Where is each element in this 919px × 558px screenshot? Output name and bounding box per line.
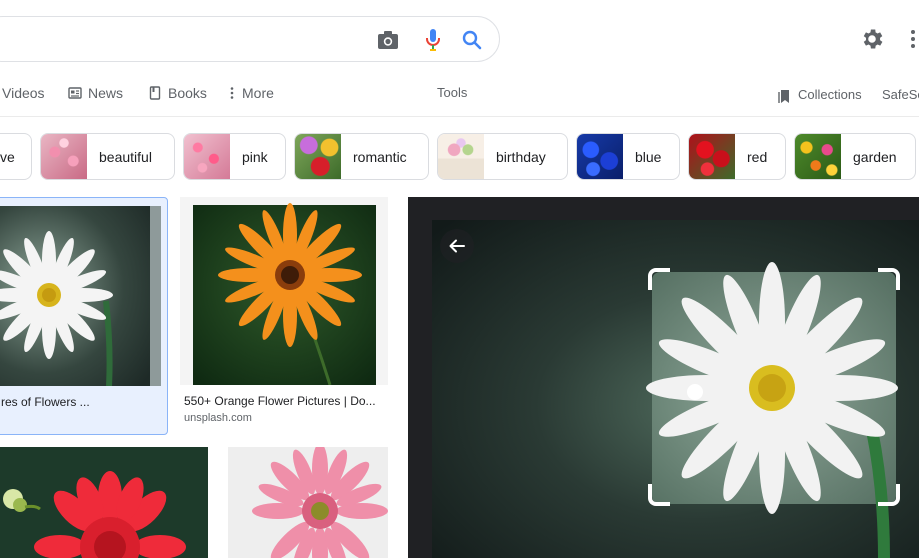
chip-label: pink [242,148,268,165]
chip-label: birthday [496,148,546,165]
chip-thumbnail [295,134,341,179]
crop-handle-top-left[interactable] [648,268,670,290]
chip-garden[interactable]: garden [794,133,916,180]
chip-label: ve [0,148,15,165]
news-icon [68,86,82,100]
tab-books[interactable]: Books [148,85,207,101]
safesearch-button[interactable]: SafeSe [882,87,919,102]
book-icon [148,86,162,100]
camera-icon[interactable] [376,28,400,52]
tools-button[interactable]: Tools [437,85,467,100]
more-vert-icon [228,86,236,100]
image-result-selected[interactable]: res of Flowers ... [0,197,168,435]
chip-thumbnail [184,134,230,179]
visual-match-dot[interactable] [687,384,703,400]
image-result[interactable] [228,447,388,558]
result-image [0,447,208,558]
chip-romantic[interactable]: romantic [294,133,429,180]
chip-thumbnail [795,134,841,179]
more-options-icon[interactable] [908,28,918,50]
tools-label: Tools [437,85,468,100]
chip-red[interactable]: red [688,133,786,180]
chip-thumbnail [438,134,484,179]
result-caption[interactable]: 550+ Orange Flower Pictures | Do... [184,394,384,408]
chip-birthday[interactable]: birthday [437,133,568,180]
crop-handle-bottom-right[interactable] [878,484,900,506]
chip-label: blue [635,148,662,165]
chip-blue[interactable]: blue [576,133,680,180]
tabs-divider [0,116,919,117]
chip-thumbnail [577,134,623,179]
chip-love[interactable]: ve [0,133,32,180]
collections-button[interactable]: Collections [778,87,862,103]
search-tabs: Videos News Books More Tools Collections… [0,80,919,108]
result-caption[interactable]: res of Flowers ... [1,395,161,409]
search-bar[interactable] [0,16,500,62]
chip-label: garden [853,148,897,165]
crop-handle-top-right[interactable] [878,268,900,290]
mic-icon[interactable] [421,28,445,52]
tab-books-label: Books [168,85,207,101]
tab-more[interactable]: More [228,85,274,101]
tab-news-label: News [88,85,124,101]
collections-label: Collections [798,87,862,102]
tab-videos-label: Videos [2,85,45,101]
result-image [180,197,388,385]
chip-label: beautiful [99,148,152,165]
result-image [0,206,161,386]
image-result[interactable] [0,447,208,558]
chip-label: romantic [353,148,407,165]
tab-videos[interactable]: Videos [2,85,45,101]
chip-thumbnail [689,134,735,179]
chip-pink[interactable]: pink [183,133,286,180]
chip-label: red [747,148,768,165]
result-source[interactable]: unsplash.com [184,412,252,424]
crop-handle-bottom-left[interactable] [648,484,670,506]
related-chips: ve beautiful pink romantic birthday blue… [0,133,919,181]
tab-news[interactable]: News [68,85,123,101]
chip-thumbnail [41,134,87,179]
search-icon[interactable] [460,28,484,52]
image-result[interactable]: 550+ Orange Flower Pictures | Do... unsp… [180,197,388,435]
back-arrow-icon[interactable] [440,229,474,263]
bookmark-icon [778,88,792,103]
google-images-page: Videos News Books More Tools Collections… [0,0,919,558]
chip-beautiful[interactable]: beautiful [40,133,175,180]
safesearch-label: SafeSe [882,87,919,102]
result-image [228,447,388,558]
settings-gear-icon[interactable] [859,26,885,52]
preview-image[interactable] [432,220,919,558]
tab-more-label: More [242,85,274,101]
image-preview-panel [408,197,919,558]
